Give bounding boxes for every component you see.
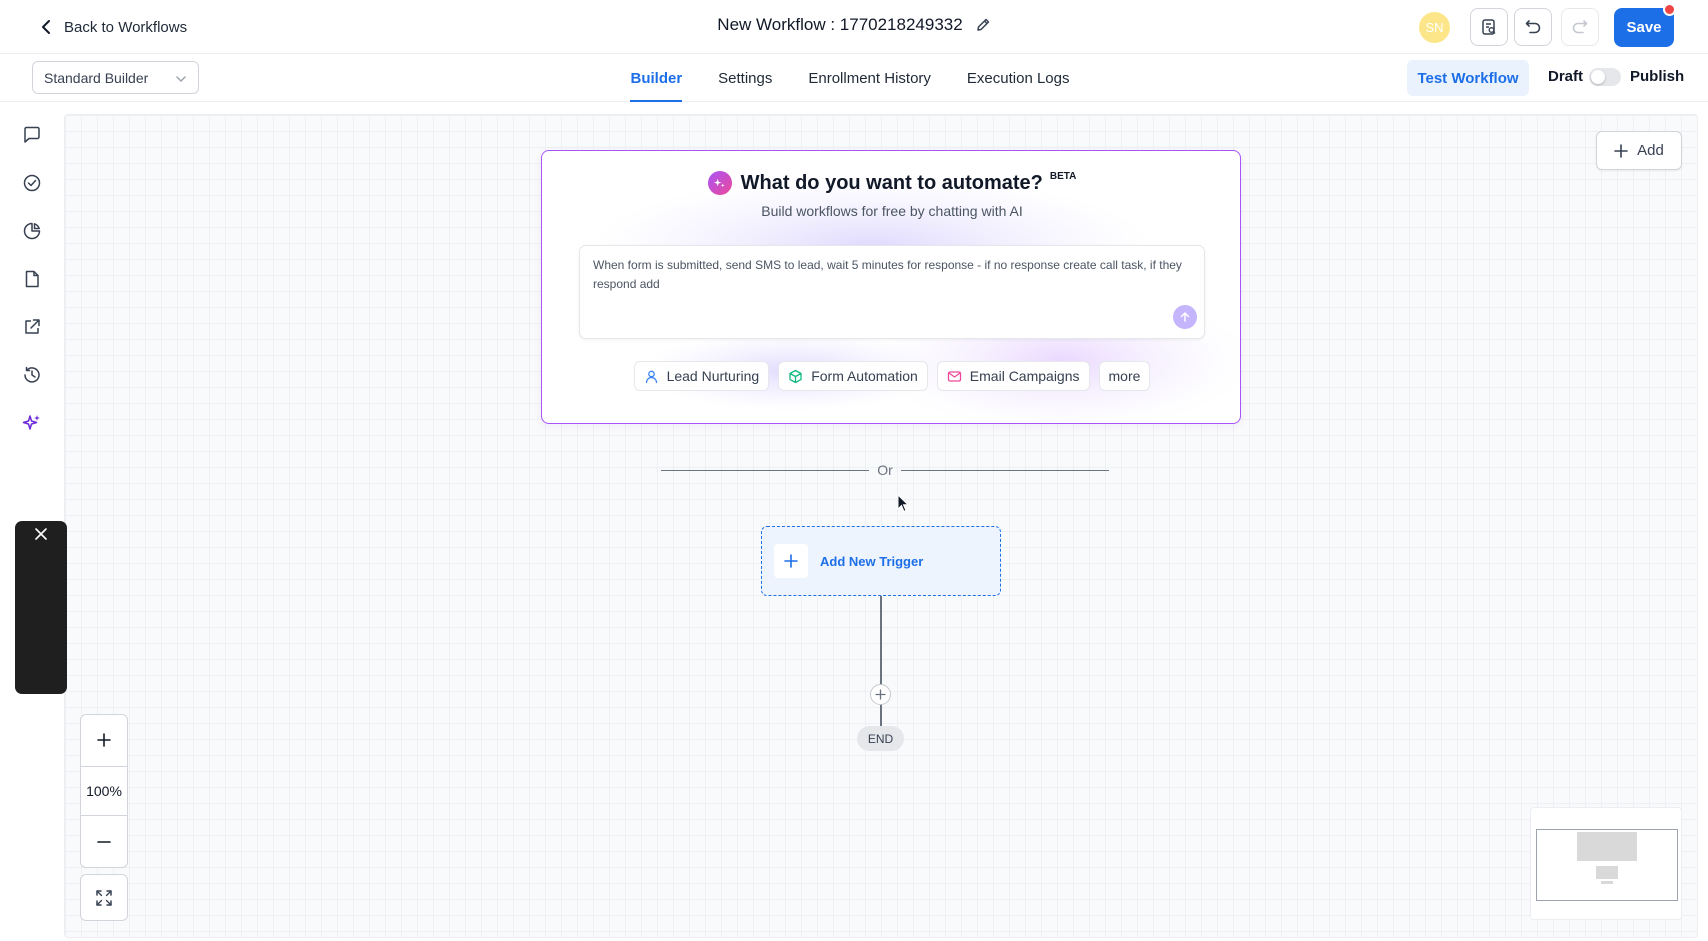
document-icon[interactable] [20,267,44,291]
pencil-icon[interactable] [975,17,991,33]
redo-icon [1572,20,1588,34]
mail-icon [947,370,961,382]
chip-form-automation[interactable]: Form Automation [778,361,928,391]
minimap-end [1601,881,1613,884]
workflow-title-bar: New Workflow : 1770218249332 [0,15,1708,35]
ai-prompt-input[interactable]: When form is submitted, send SMS to lead… [579,245,1205,339]
ai-card-header: What do you want to automate? BETA [542,170,1240,195]
close-icon[interactable] [32,525,50,543]
test-workflow-button[interactable]: Test Workflow [1407,60,1529,96]
publish-label: Publish [1630,68,1685,85]
chevron-left-icon [42,20,50,34]
builder-mode-select[interactable]: Standard Builder [32,61,199,94]
plus-icon [875,689,886,700]
check-circle-icon[interactable] [20,171,44,195]
publish-toggle[interactable] [1589,68,1621,86]
divider-line [661,469,870,471]
add-label: Add [1637,142,1664,159]
top-bar: Back to Workflows New Workflow : 1770218… [0,0,1708,54]
floating-dark-panel [15,521,67,694]
workflow-notes-button[interactable] [1470,8,1508,46]
ai-card-subtitle: Build workflows for free by chatting wit… [761,203,1023,219]
external-link-icon[interactable] [20,315,44,339]
arrow-up-icon [1180,312,1190,322]
workflow-title: New Workflow : 1770218249332 [717,15,963,34]
pie-chart-icon[interactable] [20,219,44,243]
chip-label: Email Campaigns [969,368,1080,384]
zoom-out-button[interactable] [81,817,127,867]
chevron-down-icon [176,76,186,82]
back-label: Back to Workflows [64,18,188,36]
fit-view-button[interactable] [80,874,128,921]
minimap-node [1596,866,1618,879]
tab-execution-logs[interactable]: Execution Logs [967,54,1070,102]
plus-icon [97,733,111,747]
add-button[interactable]: Add [1596,131,1682,170]
back-to-workflows-link[interactable]: Back to Workflows [38,14,187,40]
user-avatar[interactable]: SN [1419,12,1450,43]
connector-line [880,596,882,726]
ai-automation-card: What do you want to automate? BETA Build… [541,150,1241,424]
avatar-initials: SN [1425,20,1444,35]
or-label: Or [877,462,893,478]
add-new-trigger-node[interactable]: Add New Trigger [761,526,1001,596]
trigger-label: Add New Trigger [820,553,924,569]
chip-label: Lead Nurturing [666,368,760,384]
notification-dot [1663,3,1676,16]
minus-icon [97,841,111,843]
history-icon[interactable] [20,363,44,387]
ai-sparkle-icon [707,171,732,195]
ai-card-title: What do you want to automate? [740,171,1043,194]
minimap[interactable] [1530,807,1682,920]
beta-badge: BETA [1049,170,1077,182]
toggle-knob [1591,70,1605,84]
mouse-cursor-icon [897,494,910,513]
sub-bar: Standard Builder Builder Settings Enroll… [0,54,1708,102]
ai-prompt-text: When form is submitted, send SMS to lead… [593,258,1182,291]
chip-label: more [1108,368,1141,384]
chip-more[interactable]: more [1098,361,1151,391]
suggestion-chips: Lead Nurturing Form Automation Email Cam… [542,361,1240,391]
cube-icon [789,369,802,383]
undo-button[interactable] [1514,8,1552,46]
zoom-controls: 100% [80,714,128,868]
end-node: END [857,726,904,751]
redo-button[interactable] [1561,8,1599,46]
minimap-card [1577,832,1637,861]
sparkles-icon[interactable] [20,411,44,435]
chip-label: Form Automation [811,368,918,384]
plus-icon [774,544,808,578]
divider-line [900,469,1109,471]
tab-enrollment-history[interactable]: Enrollment History [808,54,931,102]
send-button[interactable] [1173,305,1197,329]
zoom-in-button[interactable] [81,715,127,765]
zoom-level: 100% [81,766,127,816]
expand-icon [96,889,112,906]
chip-email-campaigns[interactable]: Email Campaigns [936,361,1090,391]
builder-mode-value: Standard Builder [44,69,149,86]
document-search-icon [1482,19,1496,35]
add-action-button[interactable] [870,684,891,705]
chat-icon[interactable] [20,123,44,147]
tab-settings[interactable]: Settings [718,54,772,102]
undo-icon [1525,20,1541,34]
user-icon [645,370,657,383]
chip-lead-nurturing[interactable]: Lead Nurturing [633,361,770,391]
tab-builder[interactable]: Builder [630,54,682,102]
or-divider: Or [661,460,1109,480]
plus-icon [1614,143,1628,158]
draft-label: Draft [1548,68,1584,85]
